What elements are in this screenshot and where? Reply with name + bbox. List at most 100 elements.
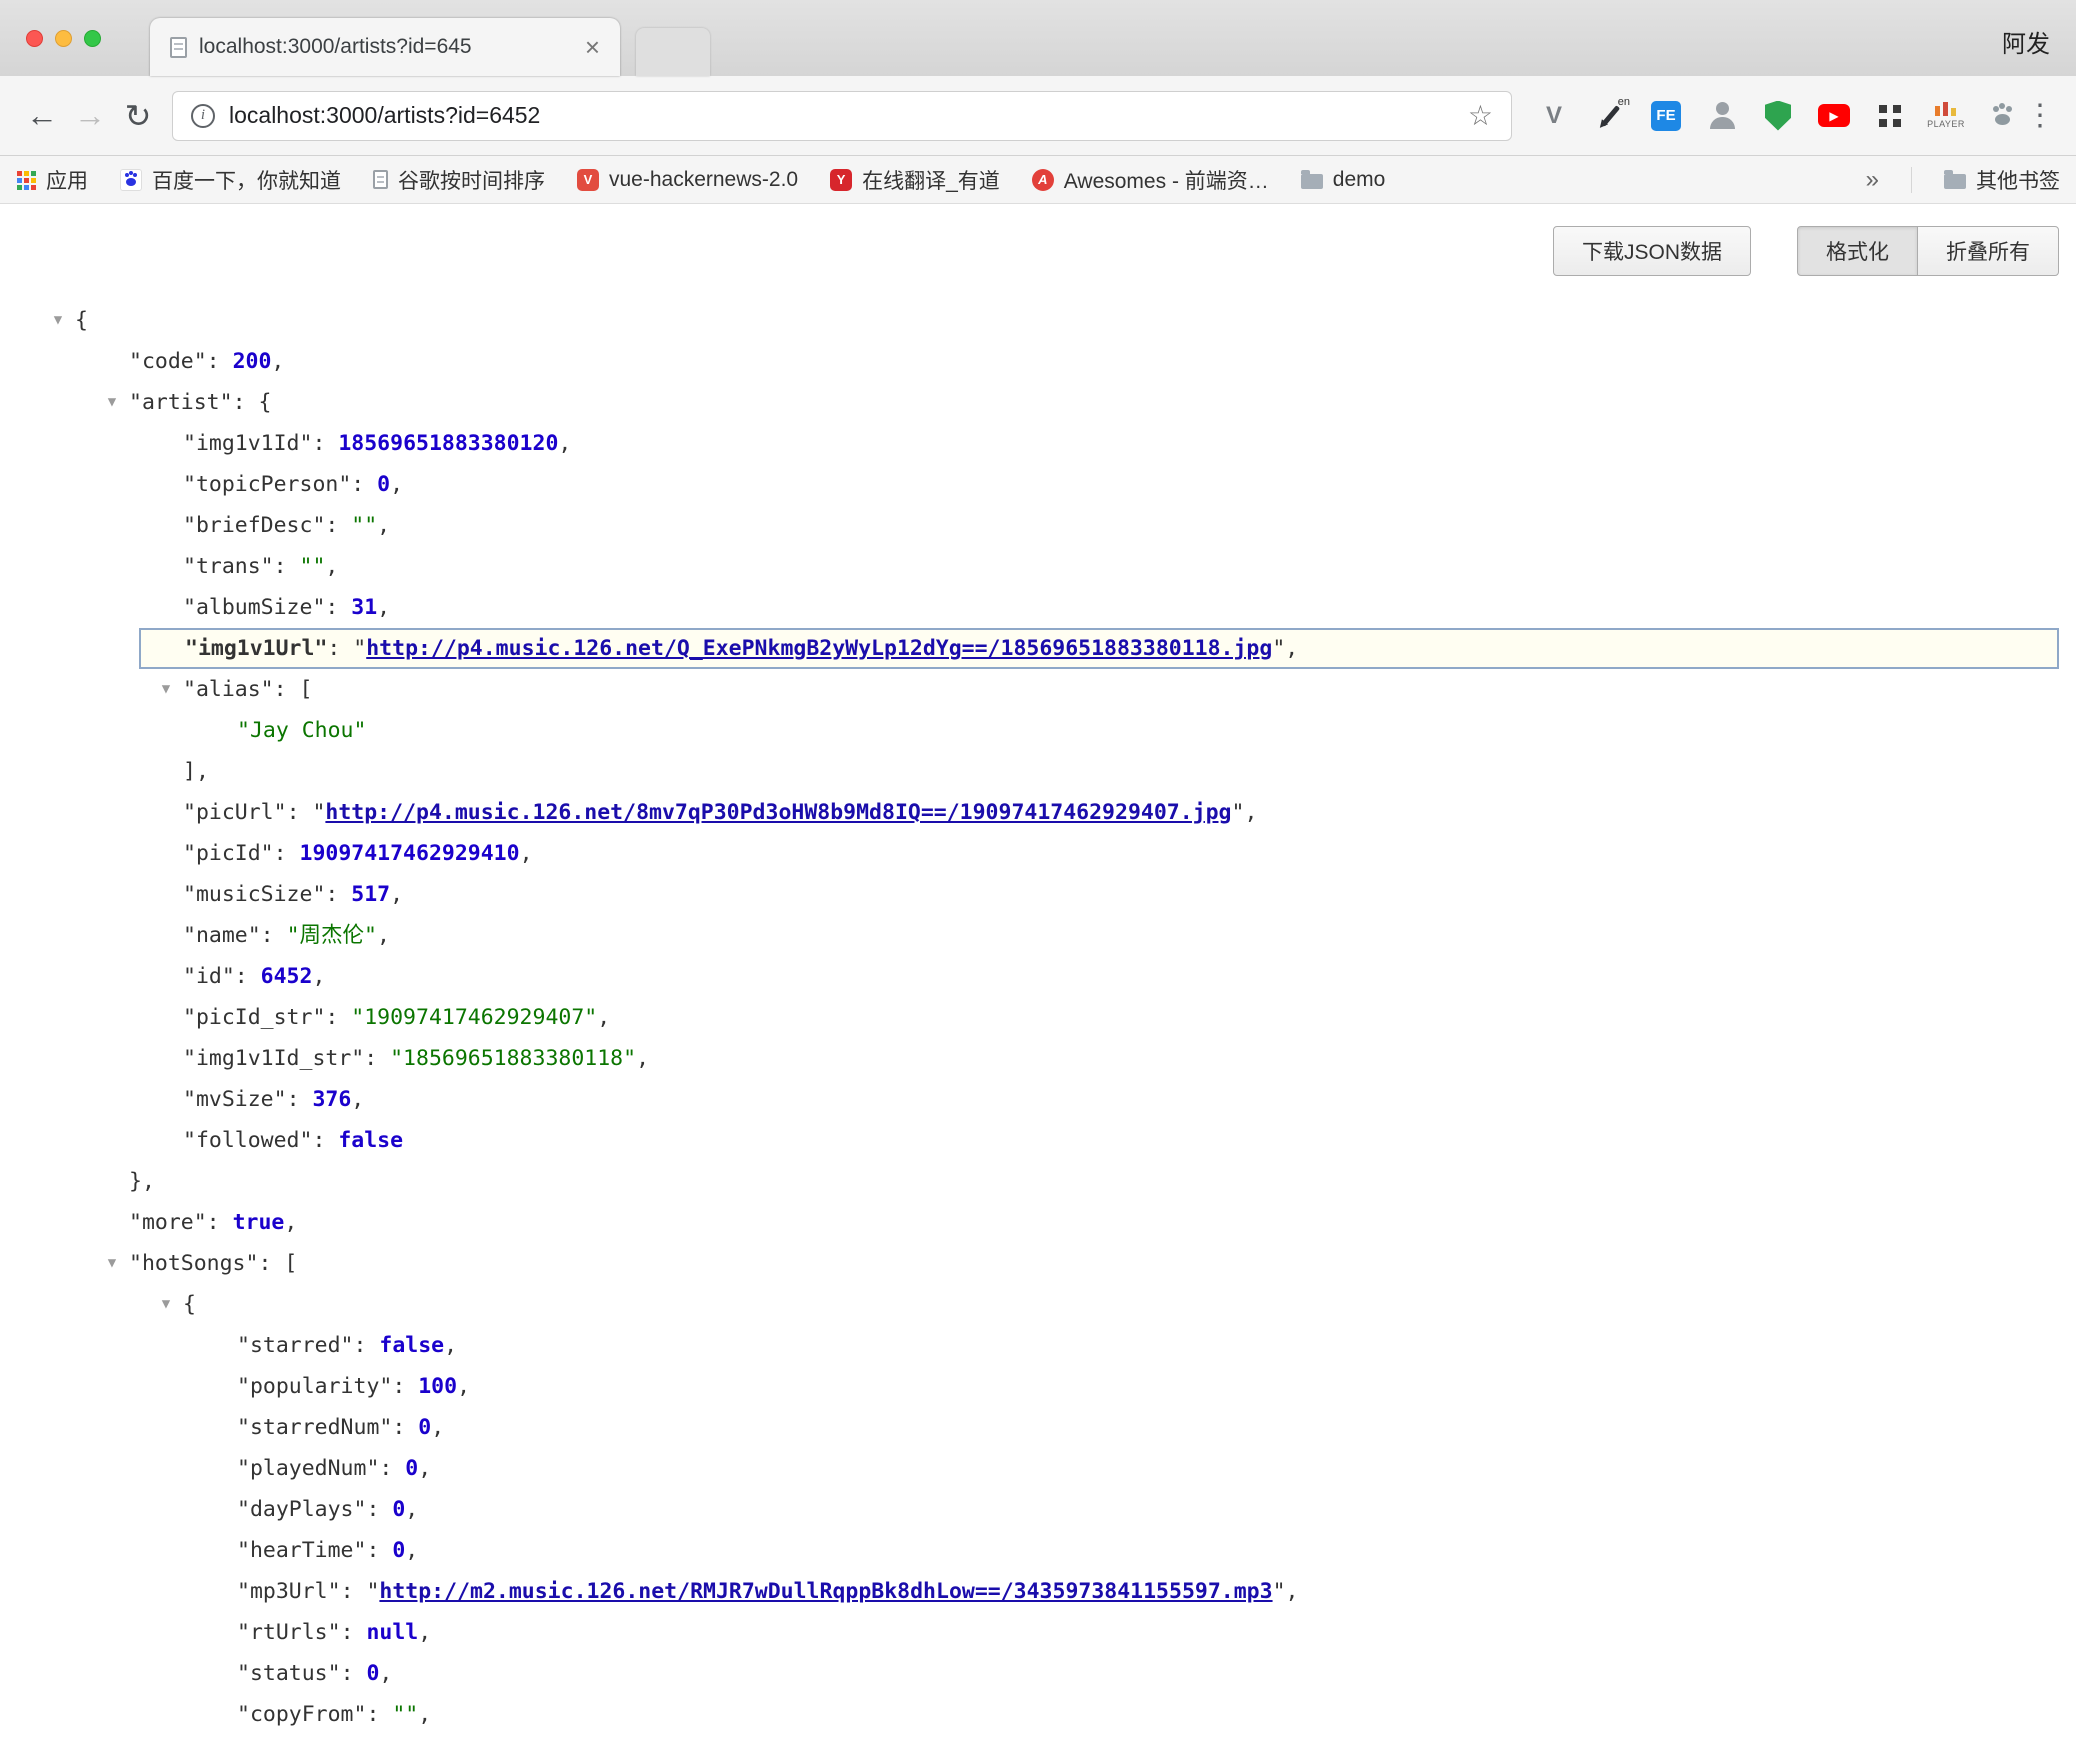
collapse-toggle-icon[interactable]: ▼ xyxy=(47,300,69,341)
browser-tab[interactable]: localhost:3000/artists?id=645 × xyxy=(150,18,620,76)
json-token: "img1v1Id" xyxy=(183,431,312,456)
bookmark-awesomes[interactable]: A Awesomes - 前端资… xyxy=(1032,165,1269,195)
shield-extension-icon[interactable] xyxy=(1758,96,1798,136)
new-tab-button[interactable] xyxy=(636,28,710,76)
site-info-icon[interactable]: i xyxy=(191,104,215,128)
json-token: false xyxy=(379,1333,444,1358)
json-token: " xyxy=(353,636,366,661)
json-line: ], xyxy=(0,751,2076,792)
json-token: : xyxy=(351,472,377,497)
tab-strip: localhost:3000/artists?id=645 × 阿发 xyxy=(0,0,2076,76)
json-token: "playedNum" xyxy=(237,1456,379,1481)
json-token: , xyxy=(418,1456,431,1481)
format-button[interactable]: 格式化 xyxy=(1797,226,1918,276)
player-extension-icon[interactable]: PLAYER xyxy=(1926,96,1966,136)
bookmark-vue-hackernews[interactable]: V vue-hackernews-2.0 xyxy=(577,168,798,192)
json-token: : xyxy=(287,800,313,825)
zoom-window-button[interactable] xyxy=(84,30,101,47)
json-link[interactable]: http://p4.music.126.net/8mv7qP30Pd3oHW8b… xyxy=(325,800,1231,825)
json-token: : xyxy=(312,1128,338,1153)
json-token: "trans" xyxy=(183,554,274,579)
json-token: , xyxy=(431,1415,444,1440)
json-token: , xyxy=(390,472,403,497)
collapse-toggle-icon[interactable]: ▼ xyxy=(155,669,177,710)
address-bar[interactable]: i localhost:3000/artists?id=6452 ☆ xyxy=(172,91,1512,141)
json-token: 0 xyxy=(418,1415,431,1440)
json-token: : xyxy=(325,1005,351,1030)
json-token: " xyxy=(1232,800,1245,825)
translate-pen-icon[interactable]: en xyxy=(1590,96,1630,136)
json-token: : xyxy=(364,1046,390,1071)
json-token: 517 xyxy=(351,882,390,907)
json-token: : xyxy=(274,554,300,579)
fe-extension-icon[interactable]: FE xyxy=(1646,96,1686,136)
bookmark-label: Awesomes - 前端资… xyxy=(1064,165,1269,195)
apps-grid-icon xyxy=(16,170,36,190)
other-bookmarks-label: 其他书签 xyxy=(1976,165,2060,195)
bookmark-google-sort[interactable]: 谷歌按时间排序 xyxy=(373,165,545,195)
json-line: "topicPerson": 0, xyxy=(0,464,2076,505)
json-line: "musicSize": 517, xyxy=(0,874,2076,915)
json-token: : xyxy=(366,1497,392,1522)
json-link[interactable]: http://m2.music.126.net/RMJR7wDullRqppBk… xyxy=(379,1579,1272,1604)
json-token: "19097417462929407" xyxy=(351,1005,597,1030)
json-line: "img1v1Id_str": "18569651883380118", xyxy=(0,1038,2076,1079)
bookmark-baidu[interactable]: 百度一下，你就知道 xyxy=(120,165,341,195)
json-token: "" xyxy=(351,513,377,538)
collapse-toggle-icon[interactable]: ▼ xyxy=(155,1284,177,1325)
json-line: "dayPlays": 0, xyxy=(0,1489,2076,1530)
v-extension-icon[interactable]: V xyxy=(1534,96,1574,136)
reload-button[interactable]: ↻ xyxy=(114,97,162,135)
json-token: , xyxy=(390,882,403,907)
json-token: : [ xyxy=(274,677,313,702)
baidu-favicon-icon xyxy=(120,169,142,191)
collapse-all-button[interactable]: 折叠所有 xyxy=(1917,226,2059,276)
bookmark-demo-folder[interactable]: demo xyxy=(1301,168,1386,192)
close-window-button[interactable] xyxy=(26,30,43,47)
json-token: "popularity" xyxy=(237,1374,392,1399)
json-token: "artist" xyxy=(129,390,233,415)
json-line: "briefDesc": "", xyxy=(0,505,2076,546)
download-json-button[interactable]: 下载JSON数据 xyxy=(1553,226,1751,276)
page-content: 下载JSON数据 格式化 折叠所有 ▼{"code": 200,▼"artist… xyxy=(0,204,2076,1735)
json-line: "mvSize": 376, xyxy=(0,1079,2076,1120)
back-button[interactable]: ← xyxy=(18,97,66,134)
collapse-toggle-icon[interactable]: ▼ xyxy=(101,1243,123,1284)
json-line: "copyFrom": "", xyxy=(0,1694,2076,1735)
json-link[interactable]: http://p4.music.126.net/Q_ExePNkmgB2yWyL… xyxy=(366,636,1272,661)
bookmark-star-icon[interactable]: ☆ xyxy=(1468,99,1493,132)
collapse-toggle-icon[interactable]: ▼ xyxy=(101,382,123,423)
youtube-extension-icon[interactable]: ▶ xyxy=(1814,96,1854,136)
qrcode-extension-icon[interactable] xyxy=(1870,96,1910,136)
paw-extension-icon[interactable] xyxy=(1982,96,2022,136)
json-token: ], xyxy=(183,759,209,784)
url-text[interactable]: localhost:3000/artists?id=6452 xyxy=(229,102,1454,129)
bookmark-youdao[interactable]: Y 在线翻译_有道 xyxy=(830,165,1000,195)
json-token: "hotSongs" xyxy=(129,1251,258,1276)
json-token: : xyxy=(274,841,300,866)
minimize-window-button[interactable] xyxy=(55,30,72,47)
json-token: : xyxy=(327,636,353,661)
json-token: : xyxy=(207,349,233,374)
bookmark-apps[interactable]: 应用 xyxy=(16,165,88,195)
json-token: : xyxy=(325,595,351,620)
json-token: , xyxy=(1285,636,1298,661)
json-line: "picId": 19097417462929410, xyxy=(0,833,2076,874)
json-token: : xyxy=(341,1579,367,1604)
profile-name[interactable]: 阿发 xyxy=(2002,24,2050,59)
json-token: : xyxy=(261,923,287,948)
other-bookmarks-folder[interactable]: 其他书签 xyxy=(1944,165,2060,195)
browser-window: localhost:3000/artists?id=645 × 阿发 ← → ↻… xyxy=(0,0,2076,1754)
tab-close-icon[interactable]: × xyxy=(585,34,600,60)
json-line: "picId_str": "19097417462929407", xyxy=(0,997,2076,1038)
doc-favicon-icon xyxy=(373,170,388,189)
chrome-menu-icon[interactable]: ⋮ xyxy=(2022,98,2058,133)
person-extension-icon[interactable] xyxy=(1702,96,1742,136)
json-token: "albumSize" xyxy=(183,595,325,620)
bookmarks-overflow-icon[interactable]: » xyxy=(1866,166,1879,194)
bookmarks-divider xyxy=(1911,167,1912,193)
json-token: "rtUrls" xyxy=(237,1620,341,1645)
json-line: "followed": false xyxy=(0,1120,2076,1161)
json-token: "hearTime" xyxy=(237,1538,366,1563)
json-token: "img1v1Id_str" xyxy=(183,1046,364,1071)
